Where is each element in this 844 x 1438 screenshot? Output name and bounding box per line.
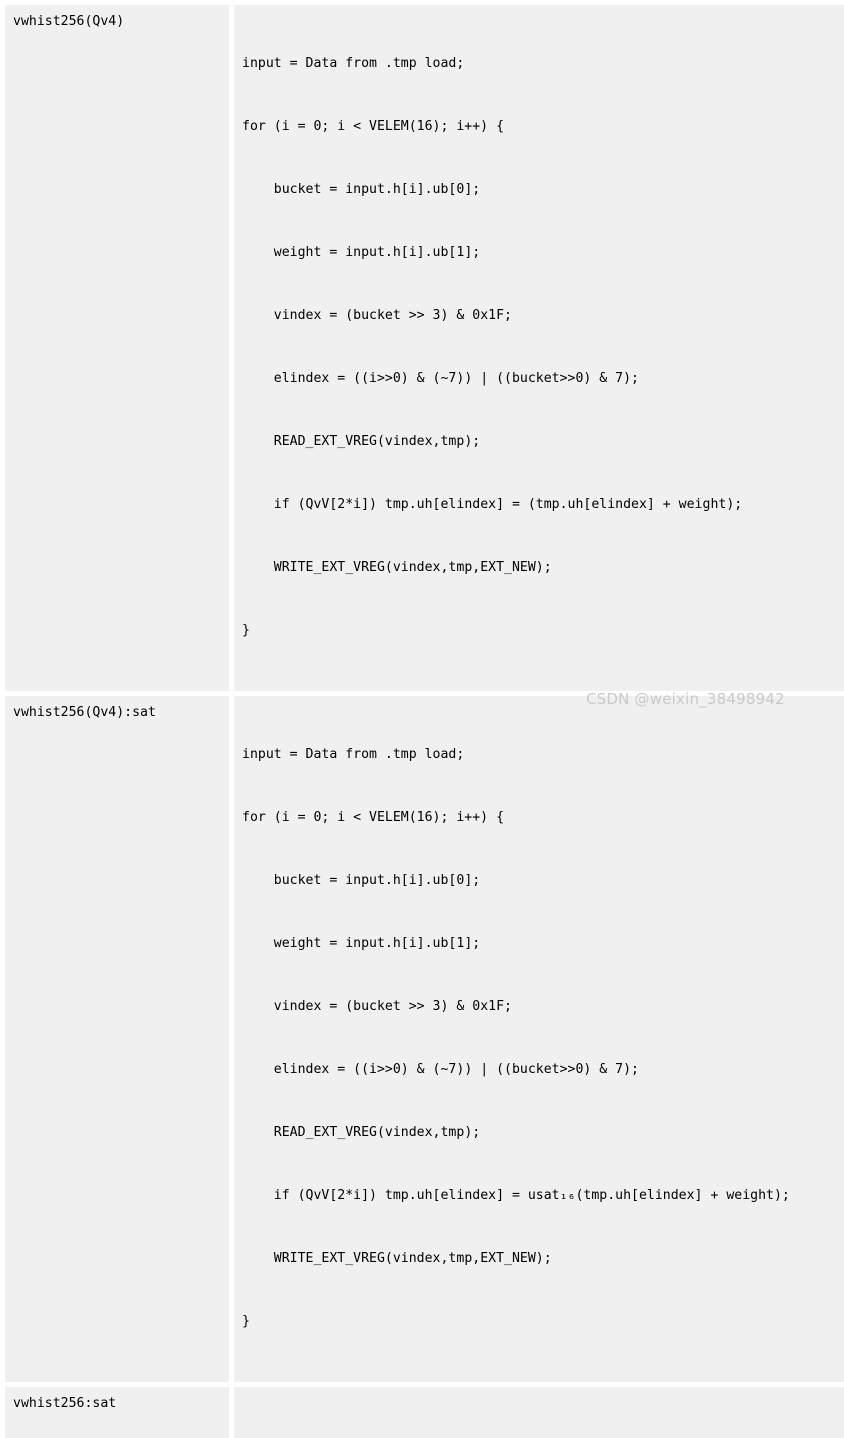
code-line: elindex = ((i>>0) & (~7)) | ((bucket>>0)… <box>242 371 639 386</box>
behavior-code-cell: input = Data from .tmp load; for (i = 0;… <box>234 5 844 691</box>
code-line: weight = input.h[i].ub[1]; <box>242 936 481 951</box>
table-body: vwhist256(Qv4) input = Data from .tmp lo… <box>5 5 844 1438</box>
code-line: input = Data from .tmp load; <box>242 747 465 762</box>
code-line: WRITE_EXT_VREG(vindex,tmp,EXT_NEW); <box>242 1251 552 1266</box>
instruction-name-cell: vwhist256(Qv4):sat <box>5 696 229 1382</box>
code-line: } <box>242 1314 250 1329</box>
code-line: WRITE_EXT_VREG(vindex,tmp,EXT_NEW); <box>242 560 552 575</box>
instruction-name: vwhist256(Qv4):sat <box>13 705 156 720</box>
behavior-code-block: input = Data from .tmp load; for (i = 0;… <box>242 702 840 1374</box>
behavior-code-block: input = Data from .tmp load; for (i = 0;… <box>242 1393 840 1438</box>
instruction-name: vwhist256:sat <box>13 1396 117 1411</box>
behavior-code-cell: input = Data from .tmp load; for (i = 0;… <box>234 696 844 1382</box>
table-row: vwhist256(Qv4):sat input = Data from .tm… <box>5 696 844 1382</box>
code-line: for (i = 0; i < VELEM(16); i++) { <box>242 119 505 134</box>
code-line: vindex = (bucket >> 3) & 0x1F; <box>242 999 512 1014</box>
behavior-code-cell: input = Data from .tmp load; for (i = 0;… <box>234 1387 844 1438</box>
code-line: READ_EXT_VREG(vindex,tmp); <box>242 1125 481 1140</box>
instruction-name: vwhist256(Qv4) <box>13 14 125 29</box>
code-line: READ_EXT_VREG(vindex,tmp); <box>242 434 481 449</box>
code-line: } <box>242 623 250 638</box>
table-row: vwhist256:sat input = Data from .tmp loa… <box>5 1387 844 1438</box>
code-line: elindex = ((i>>0) & (~7)) | ((bucket>>0)… <box>242 1062 639 1077</box>
instruction-behavior-table: vwhist256(Qv4) input = Data from .tmp lo… <box>0 0 844 1438</box>
code-line: bucket = input.h[i].ub[0]; <box>242 182 481 197</box>
instruction-name-cell: vwhist256:sat <box>5 1387 229 1438</box>
code-line: weight = input.h[i].ub[1]; <box>242 245 481 260</box>
table-row: vwhist256(Qv4) input = Data from .tmp lo… <box>5 5 844 691</box>
code-line: if (QvV[2*i]) tmp.uh[elindex] = (tmp.uh[… <box>242 497 743 512</box>
code-line: input = Data from .tmp load; <box>242 56 465 71</box>
behavior-code-block: input = Data from .tmp load; for (i = 0;… <box>242 11 840 683</box>
code-line: for (i = 0; i < VELEM(16); i++) { <box>242 810 505 825</box>
code-line: vindex = (bucket >> 3) & 0x1F; <box>242 308 512 323</box>
code-line: if (QvV[2*i]) tmp.uh[elindex] = usat₁₆(t… <box>242 1188 790 1203</box>
code-line: input = Data from .tmp load; <box>242 1435 840 1438</box>
instruction-name-cell: vwhist256(Qv4) <box>5 5 229 691</box>
code-line: bucket = input.h[i].ub[0]; <box>242 873 481 888</box>
